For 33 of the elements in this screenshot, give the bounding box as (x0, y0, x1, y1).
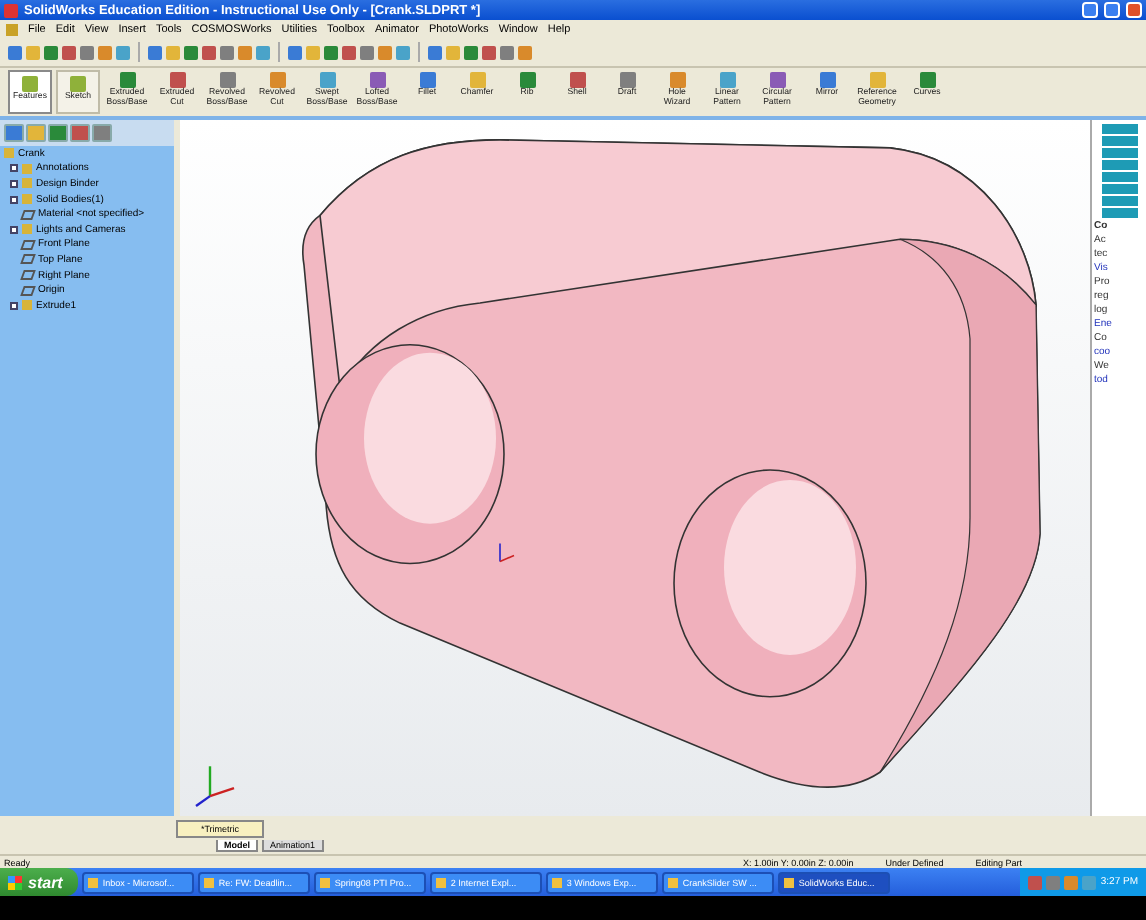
tool-icon (469, 72, 485, 88)
expand-icon[interactable] (10, 225, 18, 234)
folder-icon (22, 224, 32, 235)
minimize-button[interactable] (1082, 2, 1098, 18)
tool-icon (319, 72, 335, 88)
origin-icon (499, 542, 515, 563)
maximize-button[interactable] (1104, 2, 1120, 18)
tool-icon (419, 72, 435, 88)
start-button[interactable]: start (0, 868, 79, 896)
tool-icon (119, 72, 135, 88)
tool-icon (519, 72, 535, 88)
tool-icon (70, 76, 86, 92)
tool-icon (369, 72, 385, 88)
plane-icon (20, 209, 36, 220)
tool-icon (669, 72, 685, 88)
tool-icon (569, 72, 585, 88)
tool-icon (819, 72, 835, 88)
tool-icon (719, 72, 735, 88)
axis-triad-icon (195, 766, 235, 808)
part-icon (4, 148, 14, 159)
expand-icon[interactable] (10, 301, 18, 310)
app-menu-icon[interactable] (6, 23, 18, 35)
folder-icon (22, 300, 32, 311)
tool-icon (269, 72, 285, 88)
tool-icon (22, 76, 38, 92)
tool-icon (919, 72, 935, 88)
app-logo-icon (4, 3, 18, 17)
tool-icon (869, 72, 885, 88)
tool-icon (169, 72, 185, 88)
close-button[interactable] (1126, 2, 1142, 18)
tool-icon (219, 72, 235, 88)
tool-icon (619, 72, 635, 88)
tool-icon (769, 72, 785, 88)
